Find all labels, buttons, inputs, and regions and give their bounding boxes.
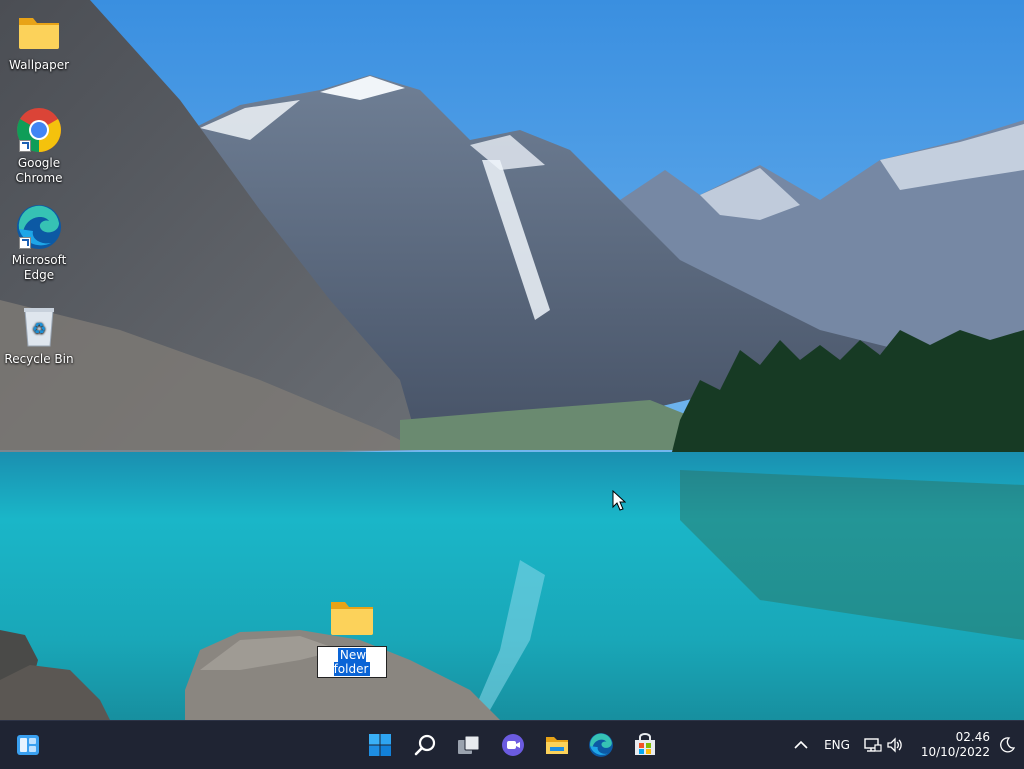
edge-icon bbox=[15, 203, 63, 251]
rename-input-text: New folder bbox=[333, 648, 371, 676]
desktop-icon-label: Recycle Bin bbox=[4, 352, 74, 366]
volume-button[interactable] bbox=[884, 721, 906, 769]
recycle-bin-icon: ♻ bbox=[15, 302, 63, 350]
edge-taskbar-button[interactable] bbox=[585, 729, 617, 761]
file-explorer-button[interactable] bbox=[541, 729, 573, 761]
desktop-icon-wallpaper[interactable]: Wallpaper bbox=[0, 8, 78, 73]
store-button[interactable] bbox=[629, 729, 661, 761]
chevron-up-icon bbox=[794, 740, 808, 749]
wallpaper-image bbox=[0, 0, 1024, 720]
store-icon bbox=[635, 733, 655, 755]
volume-icon bbox=[887, 737, 902, 753]
system-tray: ENG 02.46 10/10/2022 bbox=[784, 721, 1024, 769]
shortcut-arrow-icon bbox=[19, 140, 31, 152]
desktop[interactable]: Wallpaper Google Chrome Microsoft Edge ♻… bbox=[0, 0, 1024, 720]
clock: 02.46 10/10/2022 bbox=[921, 730, 990, 760]
shortcut-arrow-icon bbox=[19, 237, 31, 249]
folder-icon bbox=[15, 8, 63, 56]
show-hidden-icons-button[interactable] bbox=[788, 721, 814, 769]
language-label: ENG bbox=[824, 738, 850, 752]
language-indicator[interactable]: ENG bbox=[818, 721, 856, 769]
task-view-icon bbox=[458, 735, 480, 754]
widgets-button[interactable] bbox=[12, 729, 44, 761]
windows-start-icon bbox=[369, 734, 391, 756]
moon-icon bbox=[1000, 737, 1015, 753]
network-button[interactable] bbox=[862, 721, 884, 769]
folder-icon bbox=[331, 602, 373, 635]
desktop-icon-label: Wallpaper bbox=[8, 58, 70, 72]
widgets-icon bbox=[17, 735, 39, 755]
file-explorer-icon bbox=[546, 737, 568, 754]
chat-icon bbox=[502, 734, 524, 756]
clock-button[interactable]: 02.46 10/10/2022 bbox=[912, 721, 990, 769]
rename-input[interactable]: New folder bbox=[317, 646, 387, 678]
focus-assist-button[interactable] bbox=[994, 721, 1020, 769]
desktop-icon-edge[interactable]: Microsoft Edge bbox=[0, 203, 78, 283]
svg-text:♻: ♻ bbox=[32, 319, 46, 338]
desktop-icon-label: Google Chrome bbox=[15, 156, 63, 185]
chat-button[interactable] bbox=[497, 729, 529, 761]
taskbar: ENG 02.46 10/10/2022 bbox=[0, 720, 1024, 769]
mouse-cursor-icon bbox=[612, 490, 626, 511]
clock-date: 10/10/2022 bbox=[920, 745, 990, 759]
clock-time: 02.46 bbox=[955, 730, 990, 744]
chrome-icon bbox=[15, 106, 63, 154]
desktop-icon-new-folder[interactable]: New folder bbox=[317, 598, 387, 678]
network-icon bbox=[864, 738, 882, 752]
desktop-icon-label: Microsoft Edge bbox=[11, 253, 67, 282]
edge-icon bbox=[589, 733, 613, 757]
start-button[interactable] bbox=[364, 729, 396, 761]
desktop-icon-chrome[interactable]: Google Chrome bbox=[0, 106, 78, 186]
task-view-button[interactable] bbox=[453, 729, 485, 761]
search-icon bbox=[414, 734, 436, 756]
desktop-icon-recycle-bin[interactable]: ♻ Recycle Bin bbox=[0, 302, 78, 367]
search-button[interactable] bbox=[409, 729, 441, 761]
